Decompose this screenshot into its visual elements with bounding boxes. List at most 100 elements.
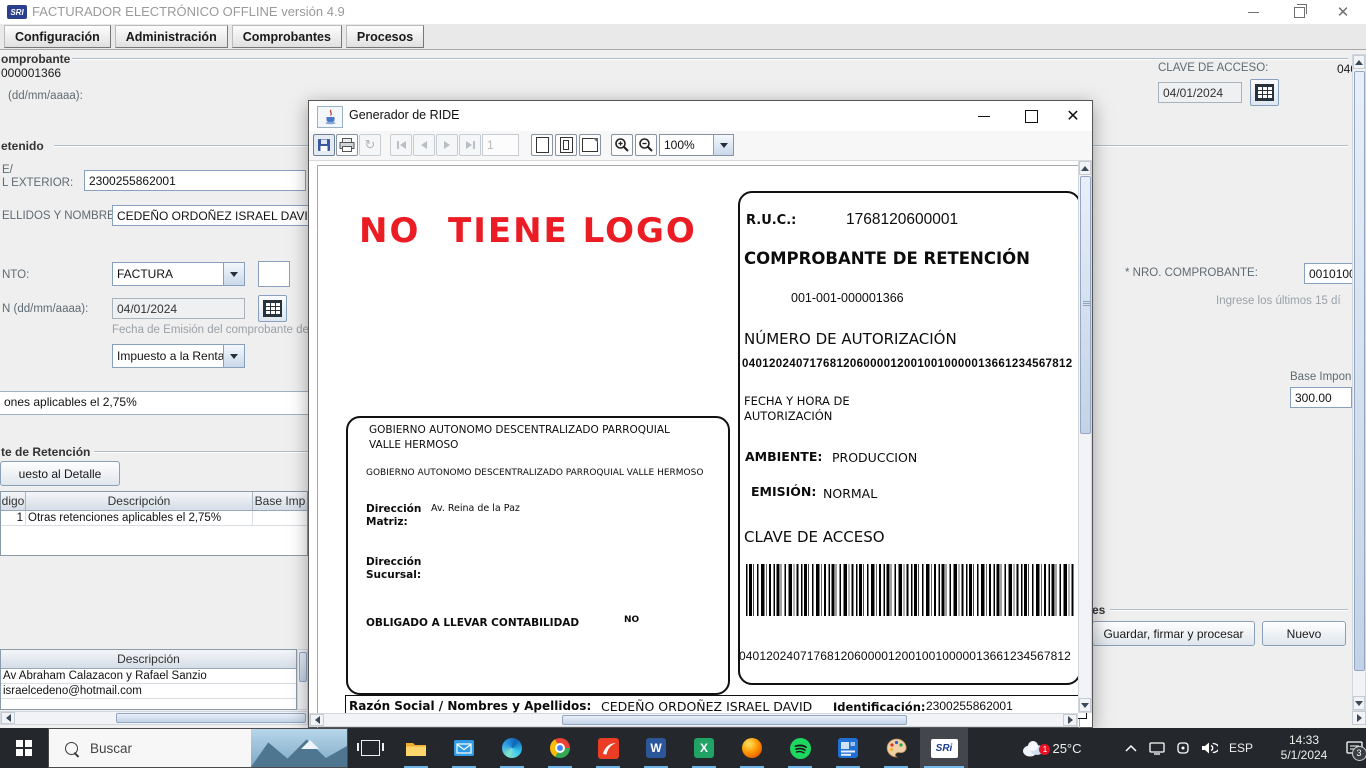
tray-volume[interactable] — [1196, 728, 1222, 768]
menu-administracion[interactable]: Administración — [115, 25, 228, 48]
menu-configuracion[interactable]: Configuración — [4, 25, 111, 48]
group-line — [94, 451, 308, 452]
page-number-input[interactable]: 1 — [482, 134, 519, 156]
col-codigo[interactable]: digo — [1, 492, 26, 510]
ride-vscrollbar[interactable] — [1078, 160, 1092, 713]
group-retenido-label: etenido — [1, 139, 44, 153]
chevron-down-icon[interactable] — [223, 345, 244, 367]
tray-chevron[interactable] — [1118, 728, 1144, 768]
tray-network[interactable] — [1144, 728, 1170, 768]
menu-comprobantes[interactable]: Comprobantes — [232, 25, 342, 48]
tray-language[interactable]: ESP — [1222, 728, 1260, 768]
taskbar-item-chrome[interactable] — [536, 728, 584, 768]
main-vscrollbar[interactable] — [1352, 54, 1366, 711]
fit-width-view-button[interactable] — [579, 134, 601, 156]
col-base[interactable]: Base Imp — [253, 492, 307, 510]
scroll-down-arrow[interactable] — [1353, 696, 1365, 710]
tray-weather[interactable]: 1 25°C — [1002, 728, 1100, 768]
scroll-up-arrow[interactable] — [1079, 161, 1091, 175]
tray-security[interactable] — [1170, 728, 1196, 768]
guardar-firmar-button[interactable]: Guardar, firmar y procesar — [1092, 621, 1255, 646]
chevron-down-icon[interactable] — [713, 135, 733, 155]
calendar-button-right[interactable] — [1250, 79, 1279, 106]
scroll-right-arrow[interactable] — [1063, 714, 1077, 726]
single-page-view-button[interactable] — [531, 134, 553, 156]
taskbar-item-foxit[interactable] — [584, 728, 632, 768]
chevron-down-icon[interactable] — [223, 263, 244, 285]
direccion-matriz-value: Av. Reina de la Paz — [431, 503, 520, 514]
paint-icon — [886, 738, 907, 758]
close-button[interactable]: ✕ — [1320, 0, 1366, 24]
scroll-left-arrow[interactable] — [310, 714, 324, 726]
small-checkbox-field[interactable] — [258, 261, 290, 287]
last-page-button[interactable] — [459, 134, 481, 156]
col-descripcion[interactable]: Descripción — [26, 492, 253, 510]
scrollbar-thumb[interactable] — [1354, 71, 1365, 671]
ride-close-button[interactable]: ✕ — [1053, 101, 1093, 131]
id-label-1: E/ — [2, 164, 13, 176]
zoom-out-button[interactable] — [635, 134, 657, 156]
restore-button[interactable] — [1276, 0, 1322, 24]
identificacion-label: Identificación: — [833, 700, 925, 714]
descripcion-table: Descripción Av Abraham Calazacon y Rafae… — [0, 649, 297, 710]
emisor-nombre: GOBIERNO AUTONOMO DESCENTRALIZADO PARROQ… — [369, 423, 704, 453]
scroll-right-arrow[interactable] — [1352, 711, 1366, 725]
add-impuesto-button[interactable]: uesto al Detalle — [0, 461, 120, 486]
main-hscrollbar-left[interactable] — [0, 711, 308, 725]
windows-logo-icon — [16, 740, 32, 756]
taskbar-item-excel[interactable]: X — [680, 728, 728, 768]
taskbar-item-sri-active[interactable]: SRi — [920, 728, 968, 768]
nuevo-button[interactable]: Nuevo — [1262, 621, 1346, 646]
scroll-left-arrow[interactable] — [1, 712, 15, 724]
task-view-icon — [361, 740, 380, 756]
fecha-right-input[interactable]: 04/01/2024 — [1158, 82, 1242, 103]
scroll-up-arrow[interactable] — [1353, 55, 1365, 69]
table-vscrollbar[interactable] — [297, 649, 308, 710]
taskbar-item-word[interactable]: W — [632, 728, 680, 768]
scrollbar-thumb[interactable] — [299, 652, 307, 682]
scrollbar-thumb[interactable] — [1080, 176, 1091, 434]
table-row[interactable]: israelcedeno@hotmail.com — [1, 684, 296, 699]
reload-button[interactable]: ↻ — [359, 134, 381, 156]
prev-page-button[interactable] — [413, 134, 435, 156]
taskbar-item-paint[interactable] — [872, 728, 920, 768]
col-descripcion2[interactable]: Descripción — [1, 650, 296, 668]
task-view-button[interactable] — [348, 728, 392, 768]
clock-date: 5/1/2024 — [1281, 748, 1328, 763]
search-box[interactable]: Buscar — [48, 728, 348, 768]
scroll-down-arrow[interactable] — [1079, 698, 1091, 712]
scrollbar-thumb[interactable] — [116, 713, 306, 723]
impuesto-combo[interactable]: Impuesto a la Renta — [112, 344, 245, 368]
autorizacion-value: 0401202407176812060000120010010000013661… — [742, 358, 1073, 370]
taskbar-item-firefox[interactable] — [728, 728, 776, 768]
taskbar-item-mail[interactable] — [440, 728, 488, 768]
taskbar-item-spotify[interactable] — [776, 728, 824, 768]
ride-minimize-button[interactable] — [961, 101, 1006, 131]
taskbar-item-explorer[interactable] — [392, 728, 440, 768]
save-button[interactable] — [313, 134, 335, 156]
zoom-in-button[interactable] — [611, 134, 633, 156]
action-center-button[interactable]: 3 — [1342, 728, 1366, 768]
actual-size-view-button[interactable] — [555, 134, 577, 156]
next-page-button[interactable] — [436, 134, 458, 156]
table-row[interactable]: 1 Otras retenciones aplicables el 2,75% — [1, 511, 307, 526]
taskbar-item-edge[interactable] — [488, 728, 536, 768]
scrollbar-thumb[interactable] — [562, 715, 907, 725]
ride-maximize-button[interactable] — [1009, 101, 1054, 131]
taskbar-item-news[interactable] — [824, 728, 872, 768]
zoom-level-combo[interactable]: 100% — [659, 134, 734, 156]
fecha-emision-input[interactable]: 04/01/2024 — [112, 298, 245, 319]
tray-clock[interactable]: 14:33 5/1/2024 — [1262, 728, 1346, 768]
id-input[interactable]: 2300255862001 — [84, 170, 306, 191]
print-button[interactable] — [336, 134, 358, 156]
edge-icon — [502, 738, 522, 758]
first-page-button[interactable] — [390, 134, 412, 156]
ride-hscrollbar[interactable] — [309, 713, 1078, 727]
table-row[interactable]: Av Abraham Calazacon y Rafael Sanzio — [1, 669, 296, 684]
menu-procesos[interactable]: Procesos — [346, 25, 424, 48]
calendar-button[interactable] — [258, 295, 287, 322]
tipo-doc-combo[interactable]: FACTURA — [112, 262, 245, 286]
base-imponible-input[interactable]: 300.00 — [1290, 387, 1352, 408]
minimize-button[interactable] — [1230, 0, 1276, 24]
start-button[interactable] — [0, 728, 48, 768]
